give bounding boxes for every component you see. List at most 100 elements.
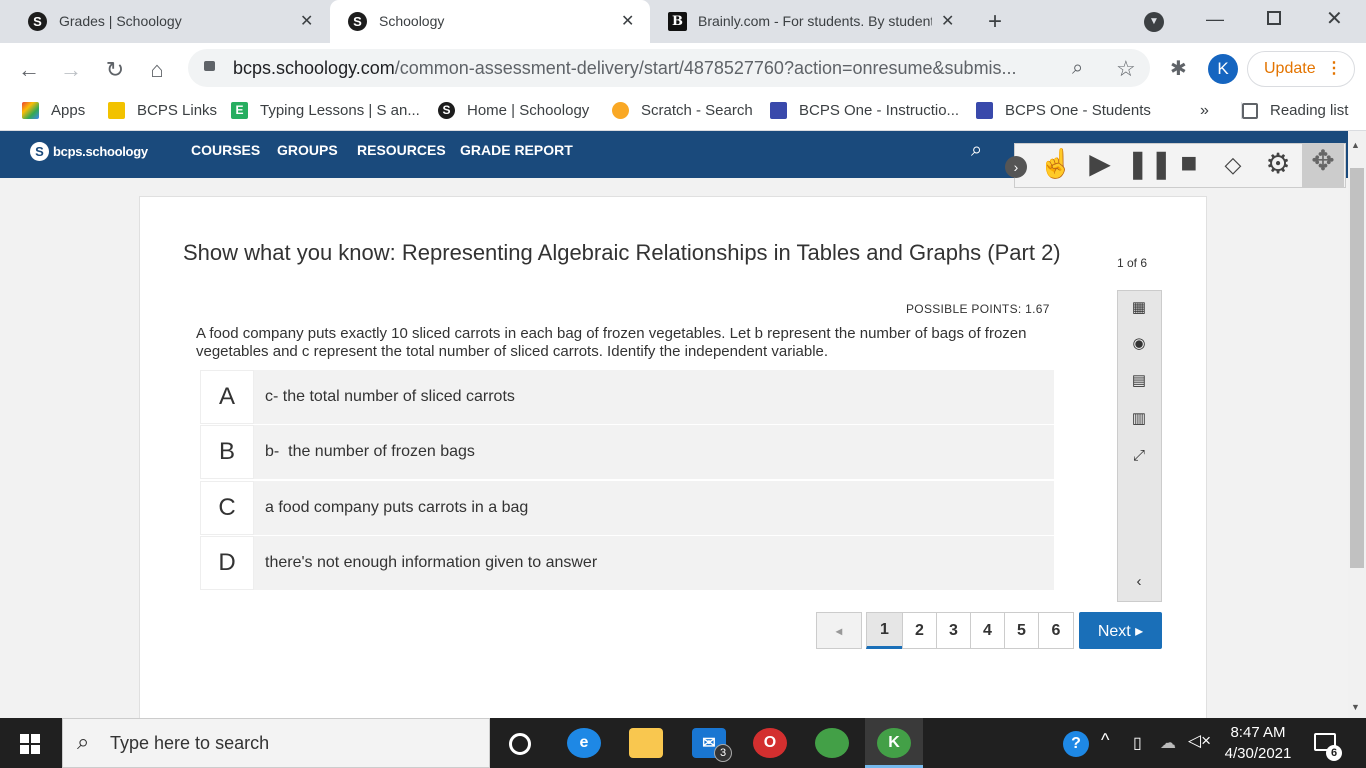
lock-icon[interactable]: [204, 61, 215, 71]
choice-c[interactable]: Ca food company puts carrots in a bag: [200, 481, 1054, 535]
reading-list[interactable]: Reading list: [1241, 102, 1348, 119]
reading-list-icon: [1242, 102, 1258, 119]
file-explorer-icon[interactable]: [629, 728, 663, 758]
schoology-favicon-icon: S: [28, 12, 47, 31]
nav-groups[interactable]: GROUPS: [277, 142, 338, 158]
tab-brainly[interactable]: B Brainly.com - For students. By student…: [650, 0, 970, 43]
scroll-down-icon[interactable]: ▼: [1351, 702, 1360, 712]
show-hidden-icons-chevron-icon[interactable]: ^: [1101, 730, 1109, 751]
bookmark-scratch[interactable]: Scratch - Search: [612, 102, 753, 119]
settings-gear-icon[interactable]: ⚙: [1260, 147, 1296, 180]
profile-avatar[interactable]: K: [1208, 54, 1238, 84]
reload-icon[interactable]: ↻: [102, 57, 128, 83]
bookmark-bcps-instruction[interactable]: BCPS One - Instructio...: [770, 102, 959, 119]
hand-pointer-icon[interactable]: ☝: [1038, 147, 1074, 180]
close-window-icon[interactable]: ✕: [1326, 6, 1343, 31]
scrollbar-thumb[interactable]: [1350, 168, 1364, 568]
chrome-profile-icon[interactable]: K: [877, 728, 911, 758]
volume-muted-icon[interactable]: ◁×: [1188, 731, 1211, 751]
minimize-icon[interactable]: —: [1206, 9, 1224, 30]
typing-e-icon: E: [231, 102, 248, 119]
nav-grade-report[interactable]: GRADE REPORT: [460, 142, 573, 158]
pause-icon[interactable]: ❚❚: [1126, 147, 1173, 180]
bookmark-bcps-links[interactable]: BCPS Links: [108, 102, 217, 119]
notification-badge: 6: [1326, 745, 1342, 761]
schoology-logo-icon[interactable]: S: [30, 142, 49, 161]
bookmark-star-icon[interactable]: ☆: [1116, 56, 1136, 82]
forward-icon[interactable]: →: [58, 57, 84, 83]
cortana-icon[interactable]: [509, 733, 531, 755]
collapse-toolbar-icon[interactable]: ›: [1005, 156, 1027, 178]
prev-page-button[interactable]: ◂: [816, 612, 862, 649]
fullscreen-icon[interactable]: ⤢: [1128, 447, 1150, 464]
url-text[interactable]: bcps.schoology.com/common-assessment-del…: [233, 58, 1017, 79]
opera-icon[interactable]: O: [753, 728, 787, 758]
menu-dots-icon: ⋮: [1326, 60, 1342, 77]
possible-points: POSSIBLE POINTS: 1.67: [906, 302, 1050, 316]
accessibility-icon[interactable]: ◉: [1128, 334, 1150, 352]
tab-grades[interactable]: S Grades | Schoology ✕: [0, 0, 330, 43]
maximize-icon[interactable]: [1267, 11, 1281, 25]
choice-text: a food company puts carrots in a bag: [265, 499, 529, 516]
question-text: A food company puts exactly 10 sliced ca…: [196, 325, 1027, 360]
page-1[interactable]: 1: [866, 612, 903, 649]
next-button[interactable]: Next ▸: [1079, 612, 1162, 649]
update-button[interactable]: Update ⋮: [1247, 51, 1355, 87]
play-icon[interactable]: ▶: [1082, 147, 1118, 180]
taskbar-search-placeholder[interactable]: Type here to search: [110, 733, 269, 754]
close-tab-icon[interactable]: ✕: [300, 11, 313, 31]
scroll-up-icon[interactable]: ▲: [1351, 140, 1360, 150]
screen-mask-icon[interactable]: ◇: [1215, 152, 1251, 178]
chrome-icon[interactable]: [815, 728, 849, 758]
extensions-puzzle-icon[interactable]: ✱: [1170, 56, 1187, 81]
bookmark-typing[interactable]: E Typing Lessons | S an...: [231, 102, 420, 119]
tab-title: Brainly.com - For students. By students: [698, 13, 932, 29]
home-icon[interactable]: ⌂: [144, 57, 170, 83]
notepad-icon[interactable]: ▥: [1128, 409, 1150, 427]
nav-resources[interactable]: RESOURCES: [357, 142, 446, 158]
choice-b[interactable]: Bb- the number of frozen bags: [200, 425, 1054, 479]
calculator-icon[interactable]: ▤: [1128, 371, 1150, 389]
choice-d[interactable]: Dthere's not enough information given to…: [200, 536, 1054, 590]
stop-icon[interactable]: ■: [1171, 147, 1207, 179]
page-2[interactable]: 2: [902, 612, 937, 649]
choice-letter: B: [200, 425, 254, 479]
tab-search-icon[interactable]: ▼: [1144, 12, 1164, 32]
choice-a[interactable]: Ac- the total number of sliced carrots: [200, 370, 1054, 424]
bookmark-apps[interactable]: Apps: [22, 102, 85, 119]
nav-courses[interactable]: COURSES: [191, 142, 260, 158]
choice-letter: D: [200, 536, 254, 590]
page-3[interactable]: 3: [936, 612, 971, 649]
page-6[interactable]: 6: [1038, 612, 1074, 649]
new-tab-icon[interactable]: +: [988, 8, 1002, 36]
mail-badge: 3: [714, 744, 732, 762]
scratch-icon: [612, 102, 629, 119]
page-4[interactable]: 4: [970, 612, 1005, 649]
help-icon[interactable]: ?: [1063, 731, 1089, 757]
tab-schoology-active[interactable]: S Schoology ✕: [330, 0, 650, 43]
choice-letter: A: [200, 370, 254, 424]
edge-icon[interactable]: e: [567, 728, 601, 758]
collapse-chevron-icon[interactable]: ‹: [1128, 573, 1150, 590]
choice-text: there's not enough information given to …: [265, 554, 598, 571]
windows-start-icon[interactable]: [20, 734, 40, 754]
close-tab-icon[interactable]: ✕: [621, 11, 634, 31]
bookmark-bcps-students[interactable]: BCPS One - Students: [976, 102, 1151, 119]
page-5[interactable]: 5: [1004, 612, 1039, 649]
back-icon[interactable]: ←: [16, 57, 42, 83]
choice-text: c- the total number of sliced carrots: [265, 388, 515, 405]
zoom-icon[interactable]: ⌕: [1072, 57, 1083, 80]
question-counter: 1 of 6: [1117, 256, 1148, 270]
search-icon[interactable]: ⌕: [971, 139, 982, 162]
onedrive-icon[interactable]: ☁: [1160, 733, 1176, 753]
calendar-icon[interactable]: ▦: [1128, 298, 1150, 316]
tab-title: Schoology: [379, 13, 445, 29]
close-tab-icon[interactable]: ✕: [941, 11, 954, 31]
move-toolbar-icon[interactable]: ✥: [1302, 144, 1344, 187]
meet-now-icon[interactable]: ▯: [1133, 733, 1142, 753]
bookmark-home-schoology[interactable]: S Home | Schoology: [438, 102, 589, 119]
schoology-logo-text[interactable]: bcps.schoology: [53, 144, 148, 159]
apps-grid-icon: [22, 102, 39, 119]
more-bookmarks-icon[interactable]: »: [1200, 102, 1209, 120]
taskbar-clock[interactable]: 8:47 AM 4/30/2021: [1222, 722, 1294, 764]
